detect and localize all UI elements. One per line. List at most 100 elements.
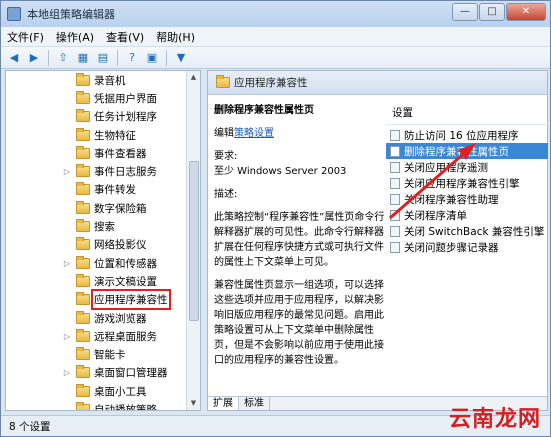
scroll-thumb[interactable] [189, 161, 199, 321]
tree-scrollbar[interactable]: ▲ ▼ [186, 71, 200, 410]
up-icon[interactable]: ⇧ [54, 50, 72, 66]
tree-item[interactable]: ▷ 事件日志服务 [6, 162, 200, 180]
maximize-button[interactable]: □ [479, 3, 505, 21]
folder-icon [76, 109, 90, 123]
tree-item[interactable]: 搜索 [6, 217, 200, 235]
tree-item-label: 桌面小工具 [94, 385, 147, 398]
menu-file[interactable]: 文件(F) [1, 29, 50, 45]
tree-item[interactable]: 事件转发 [6, 181, 200, 199]
edit-policy-link[interactable]: 策略设置 [234, 128, 274, 139]
main-window: 本地组策略编辑器 — □ ✕ 文件(F) 操作(A) 查看(V) 帮助(H) ◀… [0, 0, 551, 437]
expand-arrow-icon[interactable]: ▷ [62, 259, 72, 268]
tree-item[interactable]: ▷ 远程桌面服务 [6, 327, 200, 345]
setting-item-label: 关闭问题步骤记录器 [404, 241, 499, 254]
menu-bar: 文件(F) 操作(A) 查看(V) 帮助(H) [1, 27, 550, 47]
show-hide-icon[interactable]: ▦ [74, 50, 92, 66]
tree-item-label: 桌面窗口管理器 [94, 367, 168, 380]
tree-item[interactable]: 自动播放策略 [6, 400, 200, 411]
app-icon [7, 7, 21, 21]
tree-pane[interactable]: 录音机凭据用户界面 任务计划程序 生物特征事件查看器 ▷ 事件日志服务 事件转发数字保险箱… [5, 70, 201, 411]
expand-arrow-icon[interactable]: ▷ [62, 332, 72, 341]
properties-icon[interactable]: ▤ [94, 50, 112, 66]
minimize-button[interactable]: — [452, 3, 478, 21]
window-title: 本地组策略编辑器 [27, 8, 115, 21]
scroll-down-icon[interactable]: ▼ [187, 397, 200, 410]
tree-item[interactable]: 任务计划程序 [6, 108, 200, 126]
tree-item-label: 数字保险箱 [94, 202, 147, 215]
tree-item-label: 事件转发 [94, 184, 136, 197]
filter-icon[interactable]: ▼ [172, 50, 190, 66]
menu-help[interactable]: 帮助(H) [150, 29, 201, 45]
setting-item[interactable]: 关闭问题步骤记录器 [386, 239, 548, 255]
folder-icon [76, 219, 90, 233]
tree-item-label: 录音机 [94, 74, 126, 87]
tree-item-label: 搜索 [94, 221, 115, 234]
forward-icon[interactable]: ▶ [25, 50, 43, 66]
tree-item[interactable]: 游戏浏览器 [6, 309, 200, 327]
tree-item[interactable]: 凭据用户界面 [6, 89, 200, 107]
view-icon[interactable]: ▣ [143, 50, 161, 66]
tree-item[interactable]: ▷ 位置和传感器 [6, 254, 200, 272]
folder-icon [76, 401, 90, 410]
tab-standard[interactable]: 标准 [239, 397, 270, 410]
tree-item[interactable]: 生物特征 [6, 126, 200, 144]
requirements-label: 要求: [214, 151, 238, 162]
setting-item-label: 关闭程序兼容性助理 [404, 193, 499, 206]
setting-item[interactable]: 关闭程序兼容性助理 [386, 191, 548, 207]
tree-item-label: 凭据用户界面 [94, 92, 157, 105]
folder-icon [76, 347, 90, 361]
requirements-value: 至少 Windows Server 2003 [214, 166, 347, 177]
setting-item[interactable]: 防止访问 16 位应用程序 [386, 127, 548, 143]
edit-line: 编辑策略设置 [214, 126, 388, 141]
edit-prefix: 编辑 [214, 128, 234, 139]
tab-extended[interactable]: 扩展 [208, 397, 239, 410]
folder-icon [76, 127, 90, 141]
scroll-up-icon[interactable]: ▲ [187, 71, 200, 84]
menu-action[interactable]: 操作(A) [50, 29, 100, 45]
tree-item[interactable]: 事件查看器 [6, 144, 200, 162]
tree-item-label: 自动播放策略 [94, 403, 157, 411]
tree-item[interactable]: 演示文稿设置 [6, 272, 200, 290]
right-pane: 应用程序兼容性 删除程序兼容性属性页 编辑策略设置 要求: 至少 Windows … [207, 70, 548, 411]
pane-header-title: 应用程序兼容性 [234, 77, 308, 89]
toolbar-divider [117, 49, 118, 66]
tree-item[interactable]: 智能卡 [6, 345, 200, 363]
folder-icon [76, 292, 90, 306]
status-text: 8 个设置 [9, 420, 51, 433]
setting-item[interactable]: 删除程序兼容性属性页 [386, 143, 548, 159]
help-icon[interactable]: ? [123, 50, 141, 66]
expand-arrow-icon[interactable]: ▷ [62, 167, 72, 176]
folder-icon [76, 182, 90, 196]
tree-item-label: 事件查看器 [94, 147, 147, 160]
expand-arrow-icon[interactable]: ▷ [62, 368, 72, 377]
tree-item[interactable]: 网络投影仪 [6, 236, 200, 254]
toolbar-divider [48, 49, 49, 66]
tree-item[interactable]: 数字保险箱 [6, 199, 200, 217]
toolbar: ◀ ▶ ⇧ ▦ ▤ ? ▣ ▼ [1, 47, 550, 69]
policy-setting-icon [390, 193, 400, 205]
tree-item-label: 网络投影仪 [94, 239, 147, 252]
setting-item[interactable]: 关闭程序清单 [386, 207, 548, 223]
tree-item[interactable]: ▷ 桌面窗口管理器 [6, 364, 200, 382]
folder-icon [76, 328, 90, 342]
menu-view[interactable]: 查看(V) [100, 29, 150, 45]
tree-item-label: 游戏浏览器 [94, 312, 147, 325]
setting-item[interactable]: 关闭 SwitchBack 兼容性引擎 [386, 223, 548, 239]
tree-item[interactable]: 应用程序兼容性 [6, 289, 200, 311]
policy-setting-icon [390, 177, 400, 189]
back-icon[interactable]: ◀ [5, 50, 23, 66]
folder-icon [76, 383, 90, 397]
folder-icon [76, 164, 90, 178]
setting-item[interactable]: 关闭应用程序遥测 [386, 159, 548, 175]
policy-setting-icon [390, 161, 400, 173]
close-button[interactable]: ✕ [506, 3, 546, 21]
tree-item-label: 事件日志服务 [94, 166, 157, 179]
tree-item-label: 生物特征 [94, 129, 136, 142]
setting-item-label: 关闭 SwitchBack 兼容性引擎 [404, 225, 545, 238]
settings-column-header[interactable]: 设置 [386, 101, 548, 125]
setting-item-label: 防止访问 16 位应用程序 [404, 129, 519, 142]
tree-item[interactable]: 录音机 [6, 71, 200, 89]
setting-item[interactable]: 关闭应用程序兼容性引擎 [386, 175, 548, 191]
tree-item-label: 任务计划程序 [94, 111, 157, 124]
tree-item[interactable]: 桌面小工具 [6, 382, 200, 400]
